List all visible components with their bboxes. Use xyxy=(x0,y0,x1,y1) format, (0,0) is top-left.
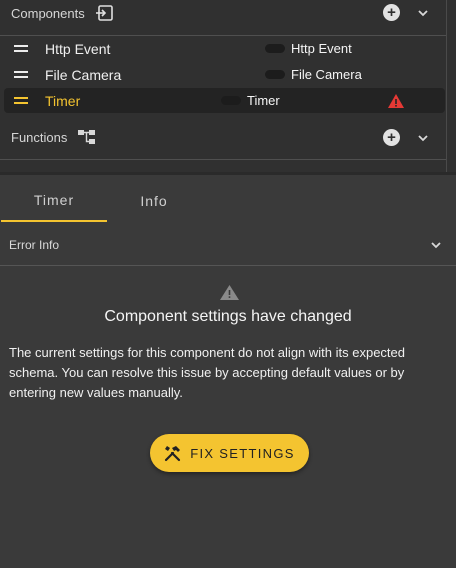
detail-tabs: Timer Info xyxy=(0,180,456,222)
components-panel: Components + Http Event Http Event File … xyxy=(0,0,456,172)
component-row-timer[interactable]: Timer Timer xyxy=(4,88,445,113)
add-component-button[interactable]: + xyxy=(383,4,400,21)
component-row-file-camera[interactable]: File Camera File Camera xyxy=(4,62,445,87)
enable-toggle[interactable] xyxy=(265,70,285,79)
hierarchy-icon[interactable] xyxy=(77,129,96,145)
component-label: Timer xyxy=(45,92,81,109)
divider xyxy=(0,265,456,266)
drag-handle-icon[interactable] xyxy=(14,96,28,105)
functions-title: Functions xyxy=(11,129,68,145)
fix-settings-button[interactable]: FIX SETTINGS xyxy=(150,434,309,472)
enable-toggle[interactable] xyxy=(221,96,241,105)
tab-info[interactable]: Info xyxy=(101,180,207,222)
import-icon[interactable] xyxy=(95,5,113,21)
toggle-label: Timer xyxy=(247,93,280,108)
component-row-http-event[interactable]: Http Event Http Event xyxy=(4,36,445,61)
drag-handle-icon[interactable] xyxy=(14,44,28,53)
chevron-down-icon[interactable] xyxy=(429,238,443,252)
warning-icon xyxy=(388,93,404,108)
divider xyxy=(0,159,446,160)
tools-icon xyxy=(165,445,181,461)
functions-header[interactable]: Functions + xyxy=(0,122,446,152)
add-function-button[interactable]: + xyxy=(383,129,400,146)
error-heading: Component settings have changed xyxy=(104,308,352,325)
fix-settings-label: FIX SETTINGS xyxy=(190,445,295,461)
component-label: File Camera xyxy=(45,66,122,83)
components-header[interactable]: Components + xyxy=(0,0,446,28)
enable-toggle[interactable] xyxy=(265,44,285,53)
drag-handle-icon[interactable] xyxy=(14,70,28,79)
error-info-title: Error Info xyxy=(9,238,60,252)
panel-border xyxy=(446,0,447,172)
chevron-down-icon[interactable] xyxy=(416,6,430,20)
toggle-label: File Camera xyxy=(291,67,362,82)
warning-icon xyxy=(220,285,239,300)
error-info-header[interactable]: Error Info xyxy=(0,226,456,264)
panel-splitter[interactable] xyxy=(0,172,456,175)
component-label: Http Event xyxy=(45,40,111,57)
components-title: Components xyxy=(11,5,85,21)
error-description: The current settings for this component … xyxy=(9,345,405,400)
chevron-down-icon[interactable] xyxy=(416,131,430,145)
tab-timer[interactable]: Timer xyxy=(1,180,107,222)
toggle-label: Http Event xyxy=(291,41,352,56)
